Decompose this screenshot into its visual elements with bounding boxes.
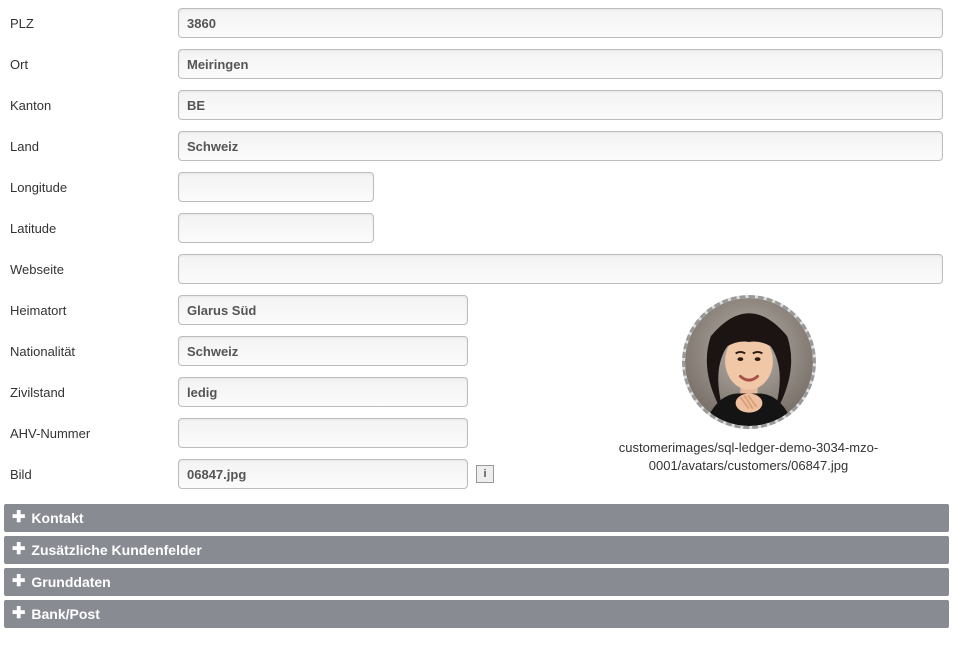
label-bild: Bild xyxy=(10,467,178,482)
label-heimatort: Heimatort xyxy=(10,303,178,318)
label-nationalitaet: Nationalität xyxy=(10,344,178,359)
input-plz[interactable] xyxy=(178,8,943,38)
label-ahv: AHV-Nummer xyxy=(10,426,178,441)
label-plz: PLZ xyxy=(10,16,178,31)
plus-icon: ✚ xyxy=(12,510,25,526)
input-longitude[interactable] xyxy=(178,172,374,202)
label-longitude: Longitude xyxy=(10,180,178,195)
input-webseite[interactable] xyxy=(178,254,943,284)
input-ahv-nummer[interactable] xyxy=(178,418,468,448)
accordion-kontakt[interactable]: ✚ Kontakt xyxy=(4,504,949,532)
accordion-grunddaten-label: Grunddaten xyxy=(31,574,110,590)
label-latitude: Latitude xyxy=(10,221,178,236)
input-zivilstand[interactable] xyxy=(178,377,468,407)
info-icon[interactable]: i xyxy=(476,465,494,483)
label-kanton: Kanton xyxy=(10,98,178,113)
accordion-extra-fields-label: Zusätzliche Kundenfelder xyxy=(31,542,201,558)
input-bild[interactable] xyxy=(178,459,468,489)
input-kanton[interactable] xyxy=(178,90,943,120)
plus-icon: ✚ xyxy=(12,542,25,558)
plus-icon: ✚ xyxy=(12,606,25,622)
input-ort[interactable] xyxy=(178,49,943,79)
accordion-bank-post[interactable]: ✚ Bank/Post xyxy=(4,600,949,628)
label-ort: Ort xyxy=(10,57,178,72)
avatar xyxy=(682,295,816,429)
label-zivilstand: Zivilstand xyxy=(10,385,178,400)
input-land[interactable] xyxy=(178,131,943,161)
accordion-grunddaten[interactable]: ✚ Grunddaten xyxy=(4,568,949,596)
input-latitude[interactable] xyxy=(178,213,374,243)
plus-icon: ✚ xyxy=(12,574,25,590)
accordion-bank-post-label: Bank/Post xyxy=(31,606,99,622)
avatar-path-caption: customerimages/sql-ledger-demo-3034-mzo-… xyxy=(569,439,929,474)
input-heimatort[interactable] xyxy=(178,295,468,325)
accordion-extra-fields[interactable]: ✚ Zusätzliche Kundenfelder xyxy=(4,536,949,564)
label-webseite: Webseite xyxy=(10,262,178,277)
label-land: Land xyxy=(10,139,178,154)
accordion-kontakt-label: Kontakt xyxy=(31,510,83,526)
input-nationalitaet[interactable] xyxy=(178,336,468,366)
